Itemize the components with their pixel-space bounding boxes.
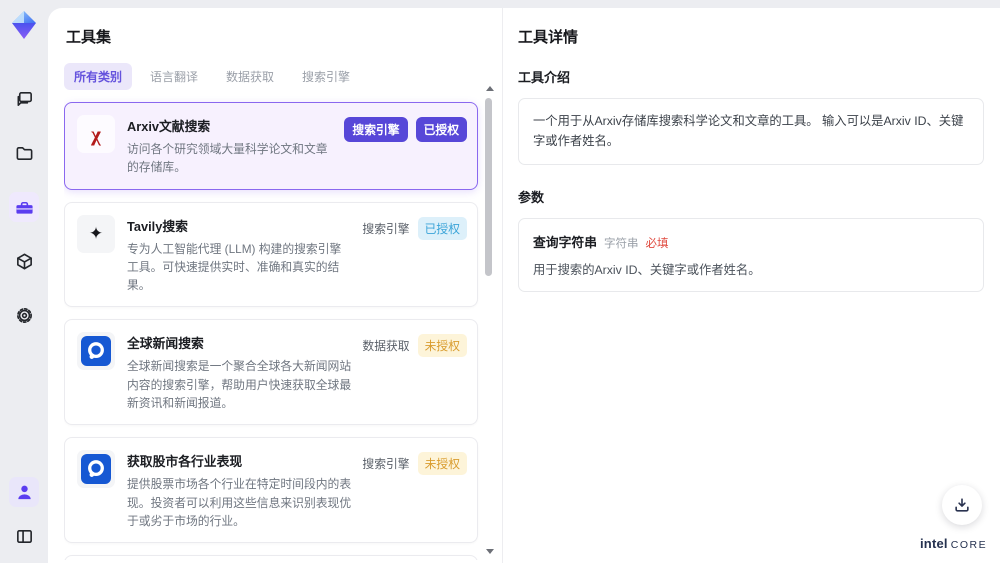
tool-description: 专为人工智能代理 (LLM) 构建的搜索引擎工具。可快速提供实时、准确和真实的结… (127, 241, 342, 293)
intel-core-logo: intel CORE (920, 536, 986, 551)
param-type: 字符串 (603, 238, 639, 251)
tab-category-1[interactable]: 语言翻译 (140, 63, 208, 90)
param-name: 查询字符串 (533, 235, 597, 251)
params-heading: 参数 (518, 190, 545, 206)
tab-category-3[interactable]: 搜索引擎 (292, 63, 360, 90)
download-button[interactable] (942, 485, 982, 525)
page-title: 工具集 (66, 29, 112, 46)
sidebar-item-settings[interactable] (9, 300, 39, 330)
tool-status-badge: 已授权 (417, 216, 467, 240)
folder-icon (16, 146, 32, 160)
sidebar-item-tools[interactable] (9, 192, 39, 222)
panel-toggle-icon (16, 529, 32, 543)
intro-heading: 工具介绍 (518, 70, 571, 85)
tool-icon: ✦ (77, 214, 115, 253)
arxiv-logo-icon: χ (91, 121, 101, 146)
tool-name: 全球新闻搜索 (127, 336, 204, 352)
sidebar-item-files[interactable] (9, 138, 39, 168)
tool-cards-list: χ Arxiv文献搜索 访问各个研究领域大量科学论文和文章的存储库。 搜索引擎 … (64, 102, 478, 560)
tab-category-2[interactable]: 数据获取 (216, 63, 284, 90)
scrollbar-up-arrow-icon[interactable] (486, 86, 494, 91)
tool-name: Arxiv文献搜索 (127, 119, 211, 134)
scrollbar-thumb[interactable] (485, 98, 492, 276)
tool-card[interactable]: 获取股市各行业表现 提供股票市场各个行业在特定时间段内的表现。投资者可以利用这些… (64, 437, 478, 544)
tool-name: Tavily搜索 (127, 218, 188, 234)
tool-icon (77, 450, 115, 489)
tool-card[interactable]: 获取市场最活跃股票信息 提供当天交易量最高的股票列表，投资者可以利用这些信息来识… (64, 555, 478, 560)
tool-category-tag: 搜索引擎 (344, 117, 408, 142)
cube-icon (16, 253, 32, 269)
tool-description: 提供股票市场各个行业在特定时间段内的表现。投资者可以利用这些信息来识别表现优于或… (127, 477, 352, 528)
tool-list-section: 工具集 所有类别 语言翻译 数据获取 搜索引擎 χ Arxiv文献搜索 访问各个… (64, 20, 488, 560)
tool-details-section: 工具详情 工具介绍 一个用于从Arxiv存储库搜索科学论文和文章的工具。 输入可… (518, 20, 984, 314)
tool-status-badge: 未授权 (417, 452, 467, 476)
tool-card[interactable]: 全球新闻搜索 全球新闻搜索是一个聚合全球各大新闻网站内容的搜索引擎，帮助用户快速… (64, 319, 478, 426)
toolbox-icon (15, 201, 33, 214)
sidebar-item-chat[interactable] (9, 84, 39, 114)
sidebar-item-account[interactable] (9, 477, 39, 507)
category-tabs: 所有类别 语言翻译 数据获取 搜索引擎 (64, 63, 488, 90)
intro-text: 一个用于从Arxiv存储库搜索科学论文和文章的工具。 输入可以是Arxiv ID… (533, 114, 964, 148)
intro-box: 一个用于从Arxiv存储库搜索科学论文和文章的工具。 输入可以是Arxiv ID… (518, 98, 984, 166)
intel-brand-text: intel (920, 536, 948, 551)
sidebar-item-packages[interactable] (9, 246, 39, 276)
param-description: 用于搜索的Arxiv ID、关键字或作者姓名。 (533, 263, 761, 278)
param-required-flag: 必填 (645, 238, 669, 251)
tool-card[interactable]: ✦ Tavily搜索 专为人工智能代理 (LLM) 构建的搜索引擎工具。可快速提… (64, 201, 478, 308)
tool-category-tag: 搜索引擎 (362, 457, 410, 472)
tool-category-tag: 数据获取 (362, 339, 410, 354)
app-logo-gem-icon (12, 11, 36, 39)
main-panel: 工具集 所有类别 语言翻译 数据获取 搜索引擎 χ Arxiv文献搜索 访问各个… (48, 8, 1000, 563)
tavily-logo-icon: ✦ (88, 223, 104, 243)
chat-icon (17, 91, 32, 106)
details-title: 工具详情 (518, 29, 579, 46)
tab-category-0[interactable]: 所有类别 (64, 63, 133, 90)
tool-icon: χ (77, 115, 115, 153)
tool-description: 访问各个研究领域大量科学论文和文章的存储库。 (127, 142, 328, 175)
news-search-logo-icon (81, 454, 111, 485)
tool-status-badge: 未授权 (417, 334, 467, 358)
scrollbar-down-arrow-icon[interactable] (486, 549, 494, 554)
core-brand-text: CORE (950, 539, 988, 551)
tool-name: 获取股市各行业表现 (127, 454, 243, 470)
user-icon (17, 485, 31, 499)
left-sidebar (0, 0, 48, 563)
news-search-logo-icon (81, 336, 111, 367)
param-box: 查询字符串 字符串 必填 用于搜索的Arxiv ID、关键字或作者姓名。 (518, 218, 984, 293)
tool-icon (77, 332, 115, 371)
list-scrollbar[interactable] (484, 86, 494, 554)
tool-category-tag: 搜索引擎 (362, 221, 410, 236)
column-divider (502, 8, 503, 563)
tool-status-badge: 已授权 (415, 117, 467, 142)
sidebar-item-panel-toggle[interactable] (9, 521, 39, 551)
tool-description: 全球新闻搜索是一个聚合全球各大新闻网站内容的搜索引擎，帮助用户快速获取全球最新资… (127, 359, 352, 410)
tool-card[interactable]: χ Arxiv文献搜索 访问各个研究领域大量科学论文和文章的存储库。 搜索引擎 … (64, 102, 478, 190)
download-icon (955, 498, 969, 512)
gear-icon (16, 307, 32, 323)
